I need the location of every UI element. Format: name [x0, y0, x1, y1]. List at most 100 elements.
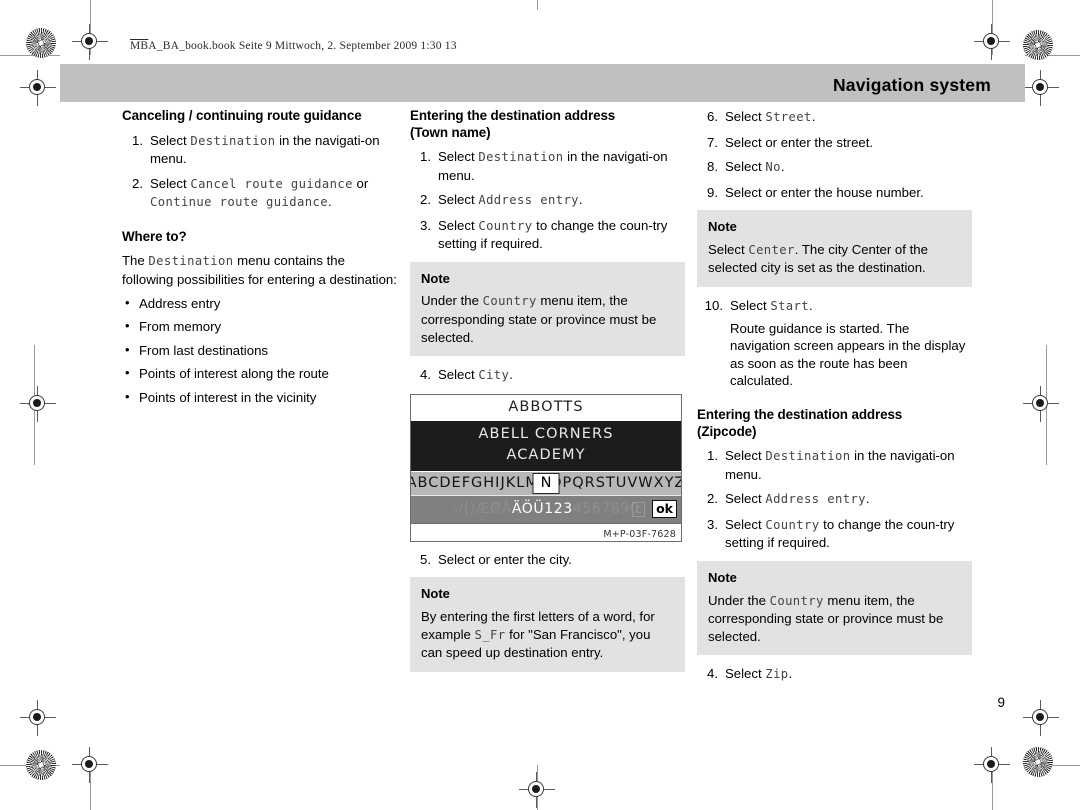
- step-text-prefix: Select: [438, 217, 479, 233]
- step-text-prefix: Select: [150, 175, 191, 191]
- ok-key: ok: [652, 499, 677, 518]
- list-item: ABELL CORNERS: [478, 425, 614, 442]
- steps-start-guidance: 10. Select Start. Route guidance is start…: [697, 297, 972, 390]
- step-item: 7. Select or enter the street.: [697, 134, 972, 152]
- menu-term: Start: [770, 299, 810, 314]
- list-item: From last destinations: [122, 341, 397, 360]
- step-item: 2. Select Address entry.: [410, 191, 685, 210]
- star-target-top-left: [26, 28, 56, 58]
- list-item: Points of interest along the route: [122, 364, 397, 383]
- menu-term: Cancel route guidance: [190, 176, 353, 191]
- page-number: 9: [997, 695, 1005, 710]
- step-number: 2.: [132, 175, 143, 191]
- registration-mark-bottom-left: [72, 747, 108, 783]
- menu-term: City: [478, 368, 510, 383]
- step-text-suffix: .: [780, 159, 785, 175]
- trim-line-left-top: [90, 0, 91, 55]
- step-text-suffix: .: [811, 109, 816, 124]
- step-number: 4.: [420, 367, 431, 383]
- step-text-prefix: Select: [725, 159, 766, 175]
- note-title: Note: [421, 586, 450, 602]
- menu-term: Street: [765, 110, 812, 124]
- note-body: Under the Country menu item, the corresp…: [708, 592, 961, 646]
- menu-term: Zip: [765, 667, 789, 682]
- steps-zipcode: 1. Select Destination in the navigati-on …: [697, 447, 972, 552]
- list-item: ACADEMY: [506, 446, 586, 463]
- trim-line-bottom-left: [0, 765, 60, 766]
- step-item: 1. Select Destination in the navigati-on …: [122, 132, 397, 168]
- trim-line-left-vert: [34, 345, 35, 465]
- alphabet-selected-letter: N: [532, 472, 560, 494]
- steps-zipcode-continued: 4. Select Zip.: [697, 665, 972, 684]
- menu-term: Country: [482, 294, 537, 309]
- menu-term: Country: [769, 593, 824, 608]
- step-item: 6. Select Street.: [697, 108, 972, 127]
- source-file-text: A_BA_book.book Seite 9 Mittwoch, 2. Sept…: [148, 40, 457, 52]
- step-text-prefix: Select: [438, 192, 479, 208]
- heading-canceling-continuing: Canceling / continuing route guidance: [122, 108, 362, 123]
- clear-key: c: [632, 501, 645, 517]
- step-item: 4. Select Zip.: [697, 665, 972, 684]
- step-text: Select or enter the street.: [725, 134, 874, 150]
- chapter-title-bar: Navigation system: [60, 64, 1025, 102]
- nav-display-alphabet-row: ABCDEFGHIJKLM OPQRSTUVWXYZ N: [411, 470, 681, 495]
- registration-mark-outer-bottom-right: [1023, 700, 1059, 736]
- registration-mark-outer-bottom-left: [20, 700, 56, 736]
- step-detail-text: Route guidance is started. The navigatio…: [730, 320, 966, 389]
- note-body: Select Center. The city Center of the se…: [708, 241, 961, 277]
- nav-display-caption: M+P-03F-7628: [411, 522, 681, 541]
- menu-term: No: [765, 160, 781, 175]
- step-text-prefix: Select: [150, 132, 191, 148]
- step-text-prefix: Select: [438, 367, 479, 383]
- where-to-intro-prefix: The: [122, 253, 149, 269]
- heading-line-1: Entering the destination address: [697, 407, 903, 423]
- star-target-top-right: [1023, 30, 1053, 60]
- note-country-middle: Note Under the Country menu item, the co…: [410, 261, 685, 357]
- step-item: 2. Select Address entry.: [697, 490, 972, 509]
- symbol-line: -/()ÆØÅÄÖÜ1234567890: [453, 501, 640, 519]
- menu-term: Destination: [478, 150, 564, 164]
- where-to-intro: The Destination menu contains the follow…: [122, 252, 397, 288]
- step-text-suffix: .: [509, 367, 513, 383]
- step-item: 8. Select No.: [697, 158, 972, 177]
- steps-town-name-continued: 4. Select City.: [410, 366, 685, 385]
- step-number: 10.: [704, 298, 723, 314]
- step-number: 1.: [707, 448, 718, 464]
- registration-mark-top-left: [72, 24, 108, 60]
- step-number: 5.: [420, 551, 431, 567]
- step-text-prefix: Select: [730, 298, 771, 314]
- heading-destination-town-name: Entering the destination address (Town n…: [410, 108, 685, 141]
- star-target-bottom-left: [26, 750, 56, 780]
- column-left: Canceling / continuing route guidance 1.…: [122, 108, 397, 413]
- heading-line-1: Entering the destination address: [410, 108, 616, 123]
- note-prefix: Under the: [421, 293, 483, 309]
- step-number: 2.: [707, 491, 718, 507]
- heading-line-2: (Zipcode): [697, 423, 757, 439]
- step-text-suffix: .: [578, 192, 583, 208]
- steps-town-name-right: 6. Select Street. 7. Select or enter the s…: [697, 108, 972, 201]
- step-text-suffix: .: [809, 298, 813, 314]
- menu-term: Destination: [765, 449, 851, 464]
- step-text-prefix: Select: [725, 448, 766, 464]
- heading-where-to: Where to?: [122, 228, 187, 244]
- steps-canceling: 1. Select Destination in the navigati-on …: [122, 132, 397, 212]
- trim-line-right-top: [992, 0, 993, 55]
- step-item: 9. Select or enter the house number.: [697, 184, 972, 202]
- step-text-prefix: Select: [725, 491, 766, 507]
- symbols-active: ÄÖÜ123: [511, 500, 573, 517]
- alphabet-left: ABCDEFGHIJKLM: [411, 474, 539, 491]
- alphabet-right: OPQRSTUVWXYZ: [550, 474, 681, 491]
- nav-display-entry-field: ABBOTTS: [411, 394, 681, 421]
- step-item: 5. Select or enter the city.: [410, 551, 685, 569]
- list-item: Address entry: [122, 294, 397, 313]
- trim-line-left-mid: [28, 404, 29, 405]
- nav-display-symbol-row: -/()ÆØÅÄÖÜ1234567890 c ok: [411, 494, 681, 523]
- figure-code: M+P-03F-7628: [603, 528, 676, 540]
- registration-mark-right-middle: [1023, 386, 1059, 422]
- steps-town-name-after-figure: 5. Select or enter the city.: [410, 551, 685, 569]
- note-prefix: Select: [708, 241, 749, 257]
- step-number: 1.: [132, 132, 143, 148]
- step-text-prefix: Select: [725, 666, 766, 682]
- step-number: 6.: [707, 109, 718, 124]
- trim-line-top-left: [0, 55, 60, 56]
